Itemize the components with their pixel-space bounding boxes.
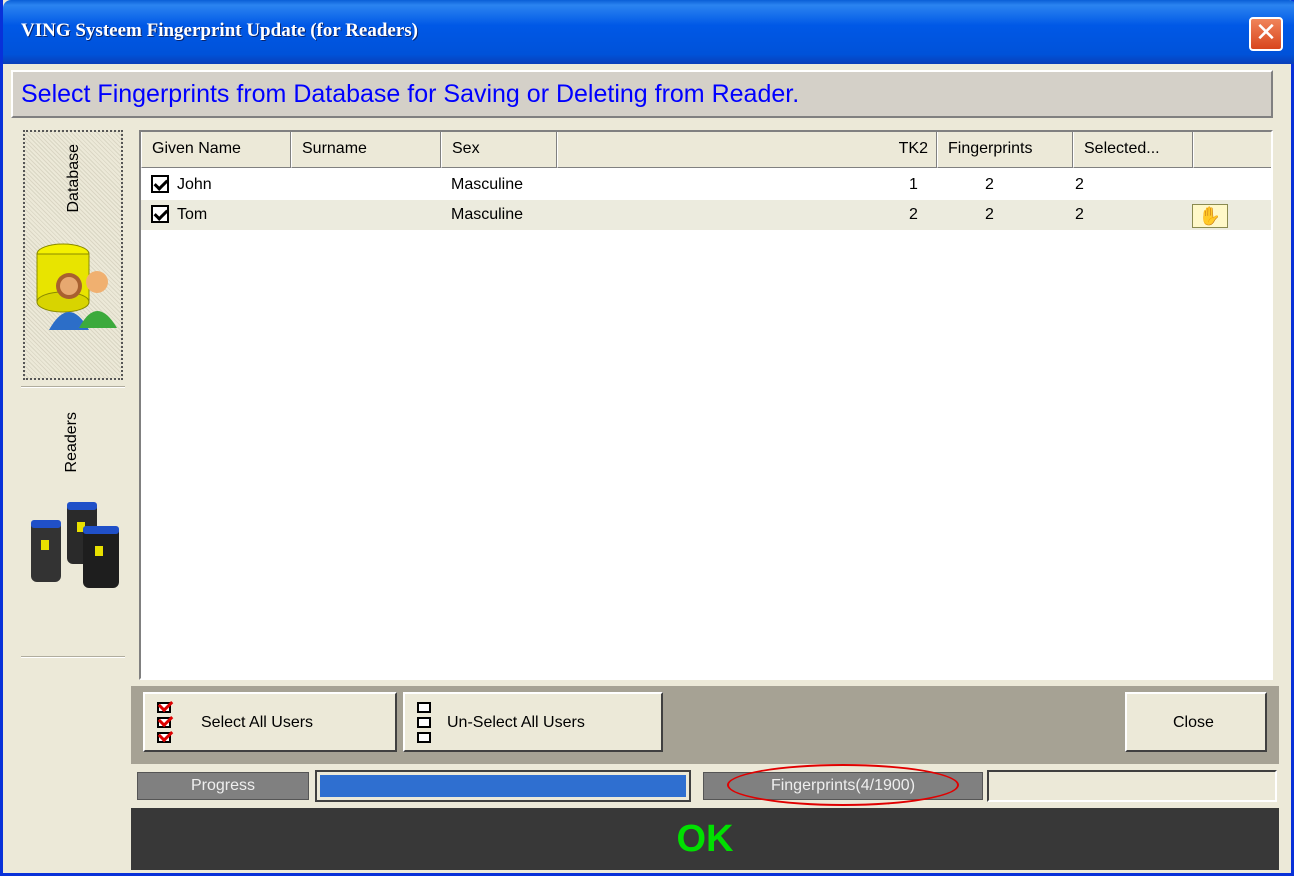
unselect-all-users-button[interactable]: Un-Select All Users bbox=[403, 692, 663, 752]
status-panel: OK bbox=[131, 808, 1279, 870]
progress-bar bbox=[315, 770, 691, 802]
cell-fingerprints: 2 bbox=[985, 176, 994, 193]
table-row[interactable]: Tom Masculine 2 2 2 ✋ bbox=[141, 200, 1271, 230]
column-header-extra bbox=[1193, 132, 1271, 168]
column-header-selected[interactable]: Selected... bbox=[1073, 132, 1193, 168]
title-bar[interactable]: VING Systeem Fingerprint Update (for Rea… bbox=[3, 0, 1294, 64]
column-header-sex[interactable]: Sex bbox=[441, 132, 557, 168]
progress-row: Progress Fingerprints(4/1900) bbox=[131, 764, 1279, 806]
cell-sex: Masculine bbox=[451, 206, 524, 223]
sidebar-tab-readers[interactable]: Readers bbox=[23, 390, 123, 640]
users-table[interactable]: Given Name Surname Sex TK2 Fingerprints … bbox=[139, 130, 1273, 680]
cell-selected: 2 bbox=[1075, 206, 1084, 223]
unselect-all-users-label: Un-Select All Users bbox=[447, 714, 585, 731]
checklist-empty-icon bbox=[417, 702, 437, 746]
status-field bbox=[987, 770, 1277, 802]
cell-tk2: 1 bbox=[909, 176, 918, 193]
sidebar-tab-label: Readers bbox=[63, 412, 80, 473]
status-text: OK bbox=[676, 818, 734, 860]
column-header-fingerprints[interactable]: Fingerprints bbox=[937, 132, 1073, 168]
close-button[interactable]: Close bbox=[1125, 692, 1267, 752]
button-bar: Select All Users Un-Select All Users Clo… bbox=[131, 686, 1279, 764]
table-header: Given Name Surname Sex TK2 Fingerprints … bbox=[141, 132, 1271, 168]
cell-fingerprints: 2 bbox=[985, 206, 994, 223]
column-header-tk2[interactable]: TK2 bbox=[557, 132, 937, 168]
sidebar: Database Readers bbox=[21, 128, 125, 868]
progress-label: Progress bbox=[137, 772, 309, 800]
instruction-banner: Select Fingerprints from Database for Sa… bbox=[11, 70, 1273, 118]
cell-sex: Masculine bbox=[451, 176, 524, 193]
window-title: VING Systeem Fingerprint Update (for Rea… bbox=[21, 20, 419, 41]
cell-given-name: Tom bbox=[177, 206, 208, 223]
row-checkbox[interactable] bbox=[151, 175, 169, 193]
sidebar-divider bbox=[21, 386, 125, 388]
progress-fill bbox=[320, 775, 686, 797]
hand-fingerprint-icon[interactable]: ✋ bbox=[1192, 204, 1228, 228]
select-all-users-label: Select All Users bbox=[201, 714, 314, 731]
sidebar-tab-database[interactable]: Database bbox=[23, 130, 123, 380]
cell-given-name: John bbox=[177, 176, 212, 193]
row-checkbox[interactable] bbox=[151, 205, 169, 223]
column-header-surname[interactable]: Surname bbox=[291, 132, 441, 168]
highlight-oval bbox=[727, 764, 959, 806]
table-row[interactable]: John Masculine 1 2 2 bbox=[141, 170, 1271, 200]
checklist-checked-icon bbox=[157, 702, 177, 746]
app-window: VING Systeem Fingerprint Update (for Rea… bbox=[0, 0, 1294, 876]
column-header-given-name[interactable]: Given Name bbox=[141, 132, 291, 168]
sidebar-divider bbox=[21, 656, 125, 658]
fingerprint-readers-icon bbox=[31, 502, 119, 588]
instruction-text: Select Fingerprints from Database for Sa… bbox=[21, 80, 800, 108]
database-users-icon bbox=[36, 243, 117, 330]
close-window-button[interactable]: ✕ bbox=[1249, 17, 1283, 51]
cell-selected: 2 bbox=[1075, 176, 1084, 193]
close-label: Close bbox=[1173, 714, 1214, 731]
select-all-users-button[interactable]: Select All Users bbox=[143, 692, 397, 752]
cell-tk2: 2 bbox=[909, 206, 918, 223]
sidebar-tab-label: Database bbox=[65, 144, 82, 213]
